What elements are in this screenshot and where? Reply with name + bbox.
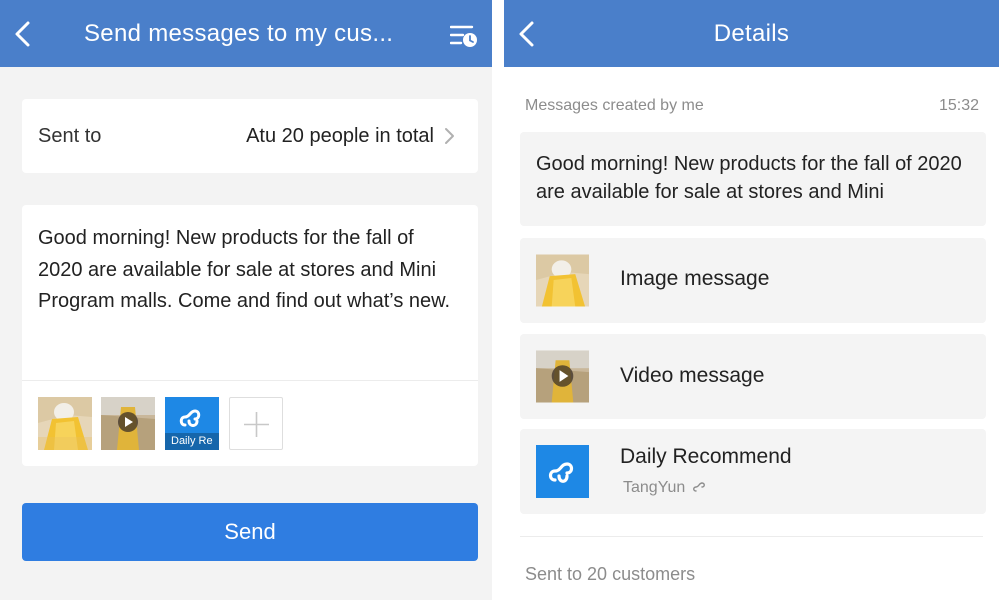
link-icon: [692, 482, 705, 492]
compose-screen: Send messages to my cus... Sent to Atu 2…: [0, 0, 492, 600]
page-title: Send messages to my cus...: [84, 20, 394, 47]
video-message-label: Video message: [620, 364, 765, 387]
video-message-item[interactable]: Video message: [520, 334, 986, 419]
message-text[interactable]: Good morning! New products for the fall …: [38, 223, 458, 318]
details-header: Details: [504, 0, 999, 67]
chevron-left-icon[interactable]: [10, 19, 36, 49]
page-title: Details: [713, 20, 790, 47]
mini-program-icon: [536, 445, 589, 498]
mini-program-message-item[interactable]: Daily Recommend TangYun: [520, 429, 986, 514]
divider: [520, 536, 983, 537]
chevron-right-icon: [444, 127, 456, 145]
image-attachment-thumbnail[interactable]: [38, 397, 92, 450]
image-thumbnail: [536, 254, 589, 307]
panel-separator: [492, 0, 504, 600]
timestamp: 15:32: [938, 97, 979, 114]
creator-label: Messages created by me: [525, 97, 704, 114]
message-preview-card: Good morning! New products for the fall …: [520, 132, 986, 226]
mini-program-source-name: TangYun: [623, 479, 686, 496]
send-button[interactable]: Send: [22, 503, 478, 561]
message-preview-text: Good morning! New products for the fall …: [536, 153, 962, 203]
sent-count-label: Sent to 20 customers: [525, 564, 696, 584]
plus-icon: [243, 411, 270, 443]
mini-program-attachment-thumbnail[interactable]: Daily Re: [165, 397, 219, 450]
schedule-list-icon[interactable]: [449, 24, 478, 48]
mini-program-source: TangYun: [623, 479, 706, 497]
recipients-value: Atu 20 people in total: [246, 125, 434, 147]
compose-header: Send messages to my cus...: [0, 0, 492, 67]
recipients-label: Sent to: [38, 125, 102, 147]
mini-program-icon: [177, 403, 207, 431]
video-thumbnail: [536, 350, 589, 403]
video-attachment-thumbnail[interactable]: [101, 397, 155, 450]
add-attachment-button[interactable]: [229, 397, 283, 450]
divider: [22, 380, 478, 381]
image-message-item[interactable]: Image message: [520, 238, 986, 323]
details-screen: Details Messages created by me 15:32 Goo…: [504, 0, 999, 600]
mini-program-title: Daily Recommend: [620, 445, 792, 468]
recipients-row[interactable]: Sent to Atu 20 people in total: [22, 99, 478, 173]
image-message-label: Image message: [620, 267, 770, 290]
mini-program-caption: Daily Re: [165, 433, 219, 450]
